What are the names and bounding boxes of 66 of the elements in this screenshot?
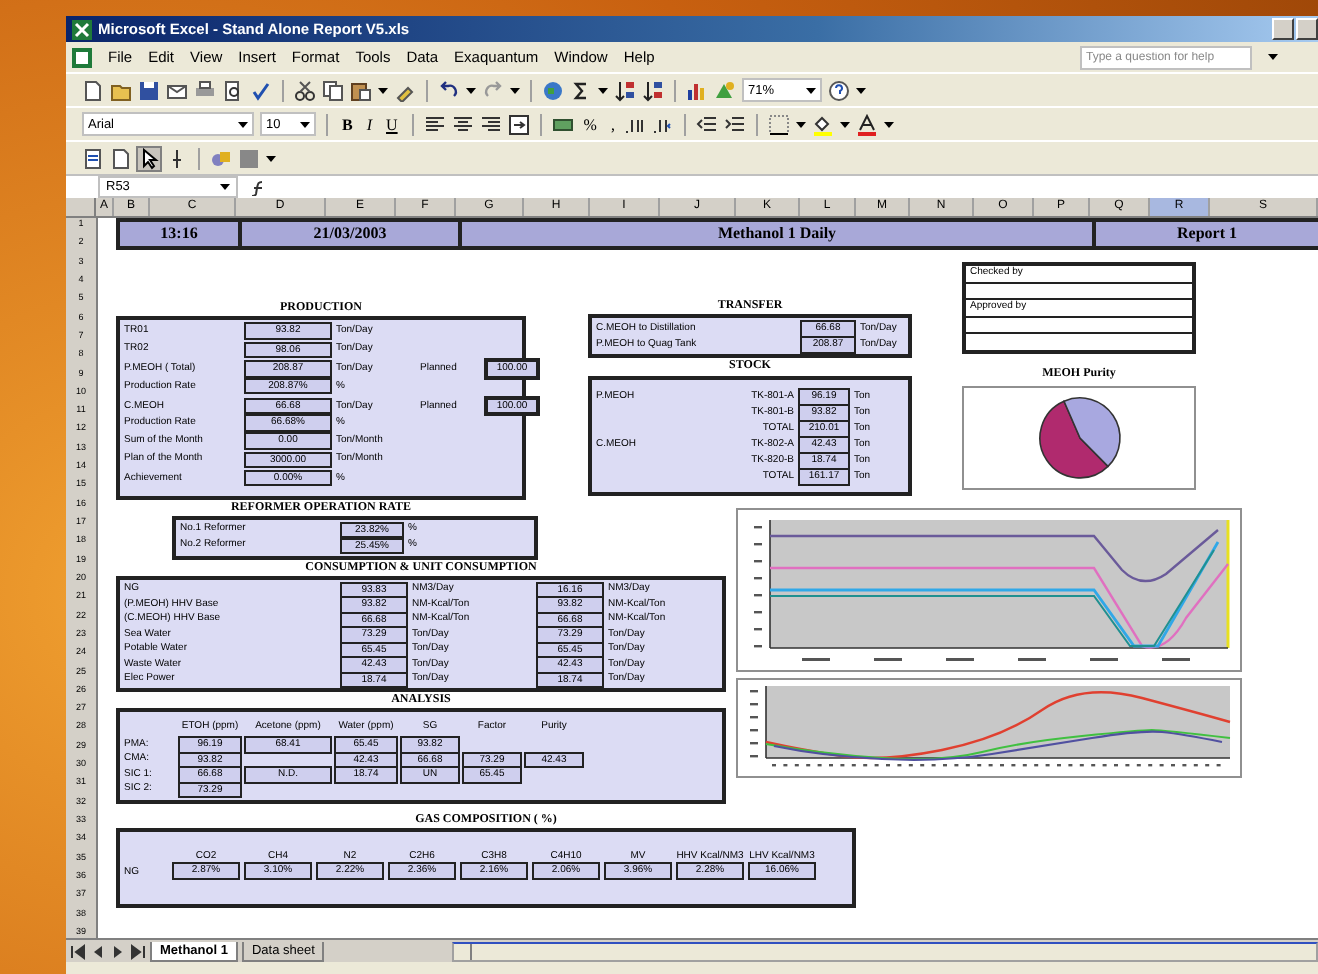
merge-cells-icon[interactable] (507, 113, 530, 135)
page-icon[interactable] (110, 147, 132, 169)
save-icon[interactable] (138, 79, 160, 101)
caret-icon[interactable] (806, 85, 816, 95)
form-icon[interactable] (82, 147, 104, 169)
report-title: Methanol 1 Daily (458, 222, 1092, 246)
caret-icon[interactable] (796, 119, 807, 129)
new-document-icon[interactable] (82, 79, 104, 101)
percent-style-button[interactable]: % (579, 115, 601, 133)
align-left-icon[interactable] (423, 113, 446, 135)
caret-icon[interactable] (238, 119, 248, 129)
previous-sheet-icon[interactable] (90, 943, 106, 959)
caret-icon[interactable] (856, 85, 866, 95)
caret-icon[interactable] (378, 85, 388, 95)
comma-style-button[interactable]: , (606, 115, 619, 133)
caret-icon[interactable] (598, 85, 608, 95)
shapes-icon[interactable] (210, 147, 232, 169)
align-right-icon[interactable] (479, 113, 502, 135)
caret-icon[interactable] (884, 119, 895, 129)
function-icon[interactable] (250, 179, 266, 195)
globe-icon[interactable] (542, 79, 564, 101)
help-icon[interactable] (828, 79, 850, 101)
sum-icon[interactable] (570, 79, 592, 101)
italic-button[interactable]: I (362, 115, 377, 133)
cut-icon[interactable] (294, 79, 316, 101)
caret-icon[interactable] (266, 153, 276, 163)
indent-icon[interactable] (724, 113, 747, 135)
bar-chart-icon[interactable] (686, 79, 708, 101)
minimize-button[interactable] (1272, 18, 1294, 40)
sort-ascending-icon[interactable] (614, 79, 636, 101)
font-color-icon[interactable] (856, 113, 879, 135)
restore-button[interactable] (1296, 18, 1318, 40)
workbook-icon[interactable] (72, 47, 92, 67)
bold-button[interactable]: B (338, 115, 357, 133)
report-date: 21/03/2003 (238, 222, 458, 246)
currency-icon[interactable] (551, 113, 574, 135)
next-sheet-icon[interactable] (110, 943, 126, 959)
pie-slice (1038, 399, 1108, 478)
first-sheet-icon[interactable] (70, 943, 86, 959)
print-icon[interactable] (194, 79, 216, 101)
cursor-icon[interactable] (138, 147, 160, 169)
spelling-icon[interactable] (250, 79, 272, 101)
report-time: 13:16 (116, 222, 238, 246)
align-center-icon[interactable] (451, 113, 474, 135)
caret-icon[interactable] (840, 119, 851, 129)
caret-icon[interactable] (1268, 52, 1278, 62)
report-number: Report 1 (1092, 222, 1318, 246)
horizontal-scrollbar[interactable] (452, 941, 1318, 961)
caret-icon[interactable] (220, 182, 230, 192)
sort-descending-icon[interactable] (642, 79, 664, 101)
underline-button[interactable]: U (382, 115, 402, 133)
last-sheet-icon[interactable] (130, 943, 146, 959)
caret-icon[interactable] (466, 85, 476, 95)
undo-icon[interactable] (438, 79, 460, 101)
borders-icon[interactable] (768, 113, 791, 135)
envelope-icon[interactable] (166, 79, 188, 101)
copy-icon[interactable] (322, 79, 344, 101)
pie-slice (1062, 396, 1120, 467)
print-preview-icon[interactable] (222, 79, 244, 101)
outdent-icon[interactable] (696, 113, 719, 135)
paste-icon[interactable] (350, 79, 372, 101)
caret-icon[interactable] (300, 119, 310, 129)
fill-color-icon[interactable] (812, 113, 835, 135)
caret-icon[interactable] (510, 85, 520, 95)
open-folder-icon[interactable] (110, 79, 132, 101)
excel-logo-icon (72, 19, 92, 39)
